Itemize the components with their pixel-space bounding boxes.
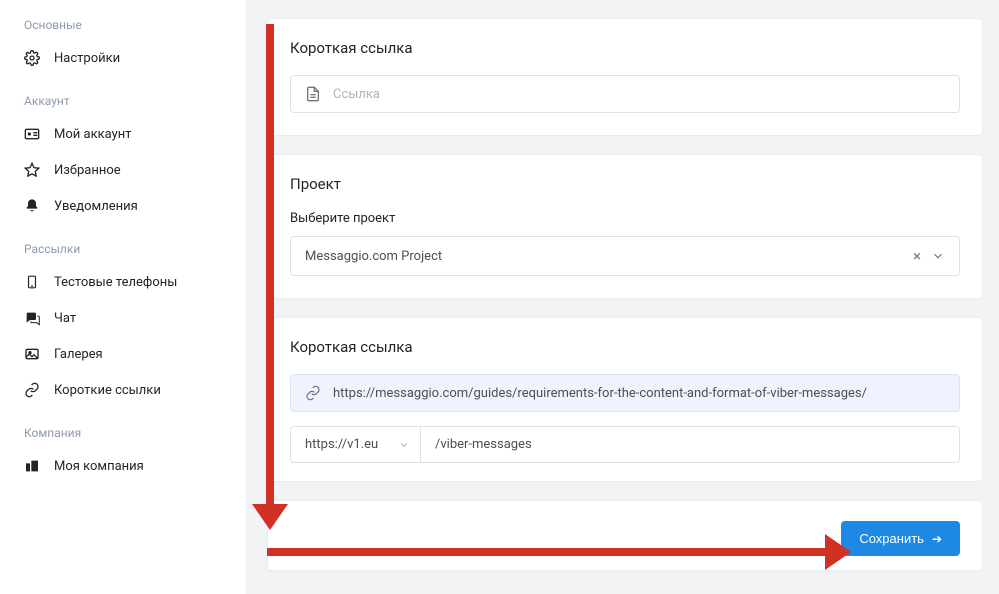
card-title: Короткая ссылка: [290, 338, 960, 356]
field-label: Выберите проект: [290, 211, 960, 226]
annotation-arrow-right: [267, 548, 825, 556]
short-url-row: https://v1.eu /viber-messages: [290, 426, 960, 463]
project-select[interactable]: Messaggio.com Project ×: [290, 236, 960, 276]
bell-icon: [24, 198, 40, 214]
sidebar-item-account[interactable]: Мой аккаунт: [0, 116, 246, 152]
gallery-icon: [24, 346, 40, 362]
card-shortlink-url: Короткая ссылка https://messaggio.com/gu…: [267, 317, 983, 482]
sidebar-item-notifications[interactable]: Уведомления: [0, 188, 246, 224]
domain-value: https://v1.eu: [305, 437, 390, 452]
phone-icon: [24, 274, 40, 290]
link-icon: [24, 382, 40, 398]
link-icon: [305, 385, 321, 401]
full-url-text: https://messaggio.com/guides/requirement…: [333, 386, 867, 401]
input-placeholder: Ссылка: [333, 87, 945, 102]
sidebar-item-label: Короткие ссылки: [54, 383, 161, 398]
card-project: Проект Выберите проект Messaggio.com Pro…: [267, 154, 983, 299]
main-content: Короткая ссылка Ссылка Проект Выберите п…: [247, 0, 999, 594]
document-icon: [305, 86, 321, 102]
footer-card: Сохранить ➔: [267, 500, 983, 571]
sidebar-item-shortlinks[interactable]: Короткие ссылки: [0, 372, 246, 408]
sidebar-group-label: Компания: [0, 426, 246, 448]
sidebar-item-label: Мой аккаунт: [54, 127, 132, 142]
select-value: Messaggio.com Project: [305, 249, 913, 264]
save-button-label: Сохранить: [859, 531, 924, 546]
sidebar-item-favorites[interactable]: Избранное: [0, 152, 246, 188]
sidebar: Основные Настройки Аккаунт Мой аккаунт И…: [0, 0, 247, 594]
sidebar-item-phones[interactable]: Тестовые телефоны: [0, 264, 246, 300]
domain-select[interactable]: https://v1.eu: [291, 427, 421, 462]
sidebar-item-label: Настройки: [54, 51, 120, 66]
sidebar-group-label: Основные: [0, 18, 246, 40]
gear-icon: [24, 50, 40, 66]
sidebar-item-label: Уведомления: [54, 199, 138, 214]
sidebar-group-label: Рассылки: [0, 242, 246, 264]
annotation-arrow-down-head: [252, 504, 288, 530]
sidebar-item-label: Моя компания: [54, 459, 144, 474]
shortlink-name-input[interactable]: Ссылка: [290, 75, 960, 113]
sidebar-item-label: Чат: [54, 311, 76, 326]
card-title: Проект: [290, 175, 960, 193]
slug-input[interactable]: /viber-messages: [421, 427, 959, 462]
slug-value: /viber-messages: [435, 437, 532, 452]
full-url-display: https://messaggio.com/guides/requirement…: [290, 374, 960, 412]
sidebar-item-label: Тестовые телефоны: [54, 275, 177, 290]
star-icon: [24, 162, 40, 178]
company-icon: [24, 458, 40, 474]
sidebar-item-label: Галерея: [54, 347, 103, 362]
annotation-arrow-down: [266, 24, 274, 510]
annotation-arrow-right-head: [825, 534, 851, 570]
chevron-down-icon[interactable]: [398, 439, 410, 451]
sidebar-item-chat[interactable]: Чат: [0, 300, 246, 336]
chevron-down-icon[interactable]: [931, 249, 945, 263]
card-title: Короткая ссылка: [290, 39, 960, 57]
save-button[interactable]: Сохранить ➔: [841, 521, 960, 556]
chat-icon: [24, 310, 40, 326]
sidebar-item-company[interactable]: Моя компания: [0, 448, 246, 484]
badge-icon: [24, 126, 40, 142]
clear-icon[interactable]: ×: [913, 247, 921, 265]
sidebar-item-gallery[interactable]: Галерея: [0, 336, 246, 372]
card-shortlink-title: Короткая ссылка Ссылка: [267, 18, 983, 136]
arrow-right-icon: ➔: [932, 532, 942, 546]
sidebar-group-label: Аккаунт: [0, 94, 246, 116]
sidebar-item-settings[interactable]: Настройки: [0, 40, 246, 76]
sidebar-item-label: Избранное: [54, 163, 121, 178]
